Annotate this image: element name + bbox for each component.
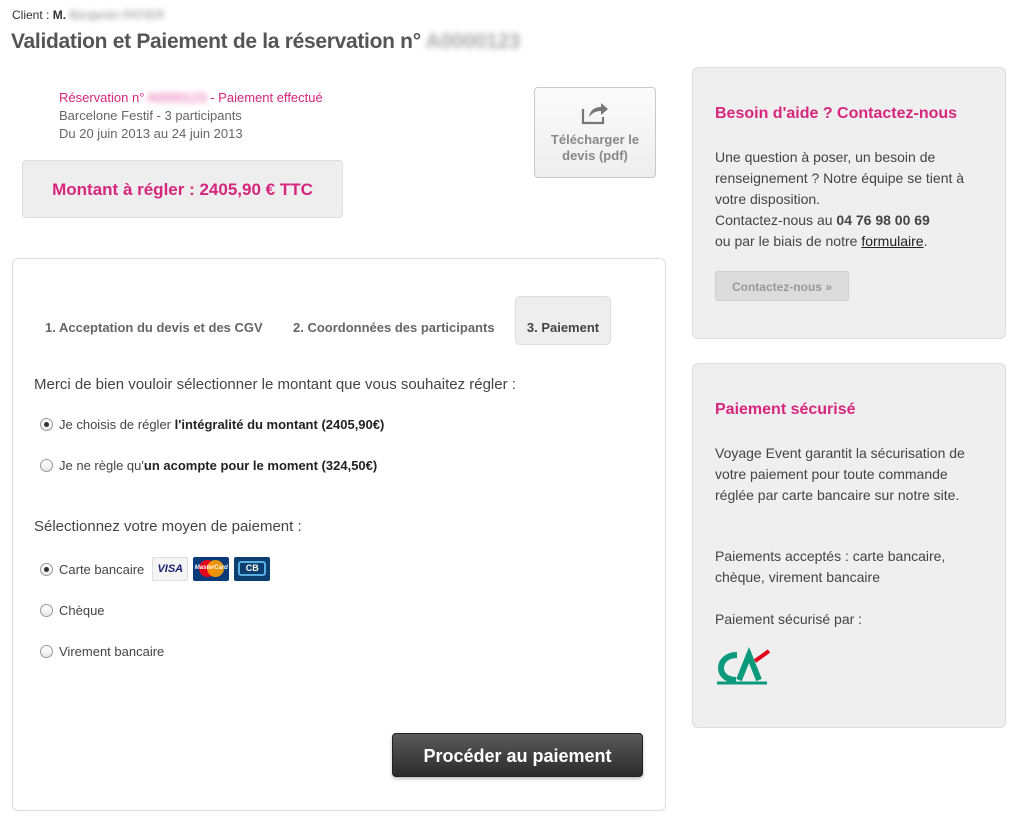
payment-method-question: Sélectionnez votre moyen de paiement : bbox=[34, 518, 302, 535]
option-card[interactable]: Carte bancaire VISA MasterCard CB bbox=[40, 557, 271, 581]
contact-button-label: Contactez-nous » bbox=[731, 280, 832, 294]
reservation-label: Réservation n° bbox=[59, 90, 145, 105]
radio-transfer[interactable] bbox=[40, 645, 53, 658]
tab-paiement[interactable]: 3. Paiement bbox=[515, 296, 611, 345]
reservation-info: Réservation n° A0000123 - Paiement effec… bbox=[59, 89, 323, 143]
client-prefix: Client : bbox=[12, 8, 50, 22]
client-line: Client : M. Benjamin PATIER bbox=[12, 8, 164, 22]
option-cheque-label: Chèque bbox=[59, 603, 105, 618]
amount-box: Montant à régler : 2405,90 € TTC bbox=[22, 160, 343, 218]
reservation-event: Barcelone Festif - 3 participants bbox=[59, 108, 242, 123]
help-text: Une question à poser, un besoin de rense… bbox=[715, 147, 990, 252]
help-text-1: Une question à poser, un besoin de rense… bbox=[715, 149, 965, 207]
help-box: Besoin d'aide ? Contactez-nous Une quest… bbox=[692, 67, 1006, 339]
secure-text-1: Voyage Event garantit la sécurisation de… bbox=[715, 445, 965, 503]
radio-full-amount[interactable] bbox=[40, 418, 53, 431]
option-full-amount-bold: l'intégralité du montant (2405,90€) bbox=[174, 417, 385, 432]
client-name: Benjamin PATIER bbox=[69, 8, 165, 22]
page-title-number: A0000123 bbox=[425, 30, 521, 53]
proceed-payment-button[interactable]: Procéder au paiement bbox=[392, 733, 643, 777]
amount-label: Montant à régler : 2405,90 € TTC bbox=[52, 180, 313, 199]
reservation-dates: Du 20 juin 2013 au 24 juin 2013 bbox=[59, 126, 243, 141]
option-deposit-prefix: Je ne règle qu' bbox=[59, 458, 144, 473]
option-full-amount-prefix: Je choisis de régler bbox=[59, 417, 171, 432]
radio-card[interactable] bbox=[40, 562, 53, 576]
help-text-3: ou par le biais de notre bbox=[715, 233, 862, 249]
help-text-2: Contactez-nous au bbox=[715, 212, 837, 228]
cb-logo: CB bbox=[234, 557, 271, 581]
help-phone: 04 76 98 00 69 bbox=[836, 212, 930, 228]
radio-cheque[interactable] bbox=[40, 604, 53, 617]
option-deposit[interactable]: Je ne règle qu' un acompte pour le moment… bbox=[40, 458, 377, 473]
download-quote-button[interactable]: Télécharger le devis (pdf) bbox=[534, 87, 656, 178]
help-title: Besoin d'aide ? Contactez-nous bbox=[715, 105, 958, 122]
secure-text-2: Paiements acceptés : carte bancaire, chè… bbox=[715, 548, 946, 585]
secure-payment-box: Paiement sécurisé Voyage Event garantit … bbox=[692, 363, 1006, 728]
help-form-link[interactable]: formulaire bbox=[861, 233, 923, 249]
secure-title: Paiement sécurisé bbox=[715, 401, 856, 418]
client-title: M. bbox=[52, 8, 67, 22]
help-text-3-suffix: . bbox=[923, 233, 928, 249]
option-full-amount[interactable]: Je choisis de régler l'intégralité du mo… bbox=[40, 417, 384, 432]
download-quote-line1: Télécharger le bbox=[550, 132, 640, 147]
option-card-label: Carte bancaire bbox=[59, 561, 145, 577]
tab-acceptation[interactable]: 1. Acceptation du devis et des CGV bbox=[45, 320, 263, 335]
page-title: Validation et Paiement de la réservation… bbox=[11, 30, 520, 54]
card-logos: VISA MasterCard CB bbox=[152, 557, 271, 581]
download-quote-line2: devis (pdf) bbox=[562, 148, 628, 163]
credit-agricole-logo bbox=[717, 647, 771, 685]
option-transfer[interactable]: Virement bancaire bbox=[40, 644, 164, 659]
mastercard-logo-text: MasterCard bbox=[194, 565, 228, 571]
tab-paiement-label: 3. Paiement bbox=[526, 320, 600, 335]
proceed-payment-label: Procéder au paiement bbox=[423, 746, 612, 766]
option-deposit-bold: un acompte pour le moment (324,50€) bbox=[143, 458, 378, 473]
radio-deposit[interactable] bbox=[40, 459, 53, 472]
option-transfer-label: Virement bancaire bbox=[59, 644, 165, 659]
download-quote-label: Télécharger le devis (pdf) bbox=[535, 132, 655, 164]
contact-button[interactable]: Contactez-nous » bbox=[715, 271, 849, 301]
page-title-text: Validation et Paiement de la réservation… bbox=[11, 30, 421, 53]
reservation-status: - Paiement effectué bbox=[210, 90, 323, 105]
reservation-number: A0000123 bbox=[147, 90, 207, 105]
reservation-status-line: Réservation n° A0000123 - Paiement effec… bbox=[59, 89, 323, 107]
tab-coordonnees[interactable]: 2. Coordonnées des participants bbox=[293, 320, 495, 335]
visa-logo: VISA bbox=[152, 557, 189, 581]
amount-question: Merci de bien vouloir sélectionner le mo… bbox=[34, 376, 516, 393]
mastercard-logo: MasterCard bbox=[193, 557, 230, 581]
cb-logo-text: CB bbox=[238, 561, 267, 576]
share-icon bbox=[581, 103, 608, 125]
option-cheque[interactable]: Chèque bbox=[40, 603, 105, 618]
secure-text-3: Paiement sécurisé par : bbox=[715, 611, 863, 627]
visa-logo-text: VISA bbox=[157, 563, 184, 575]
